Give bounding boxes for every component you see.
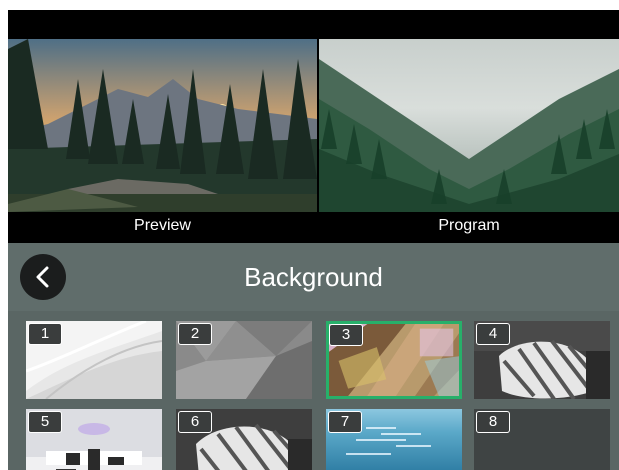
tile-number: 1 (28, 323, 62, 345)
program-monitor[interactable] (319, 39, 619, 212)
program-image (319, 39, 619, 212)
tile-number: 4 (476, 323, 510, 345)
background-tile-5[interactable]: 5 (26, 409, 162, 470)
monitor-row (8, 39, 619, 212)
background-tile-6[interactable]: 6 (176, 409, 312, 470)
background-tile-2[interactable]: 2 (176, 321, 312, 399)
background-tile-7[interactable]: 7 (326, 409, 462, 470)
background-tile-8[interactable]: 8 (474, 409, 610, 470)
program-label: Program (438, 217, 500, 234)
preview-label: Preview (134, 217, 191, 234)
page-title: Background (244, 262, 383, 292)
tile-number: 7 (328, 411, 362, 433)
app-frame: Preview Program Background 1 2 3 4 5 6 7… (8, 10, 619, 470)
tile-number: 8 (476, 411, 510, 433)
background-tile-1[interactable]: 1 (26, 321, 162, 399)
preview-monitor[interactable] (8, 39, 317, 212)
background-tile-4[interactable]: 4 (474, 321, 610, 399)
tile-number: 2 (178, 323, 212, 345)
background-tile-3[interactable]: 3 (326, 321, 462, 399)
tile-number: 5 (28, 411, 62, 433)
background-grid: 1 2 3 4 5 6 7 8 (8, 311, 619, 470)
chevron-left-icon (36, 266, 49, 288)
back-button[interactable] (20, 254, 66, 300)
background-header: Background (8, 243, 619, 311)
tile-number: 3 (329, 324, 363, 346)
tile-number: 6 (178, 411, 212, 433)
background-panel: Background 1 2 3 4 5 6 7 8 (8, 243, 619, 470)
preview-image (8, 39, 317, 212)
